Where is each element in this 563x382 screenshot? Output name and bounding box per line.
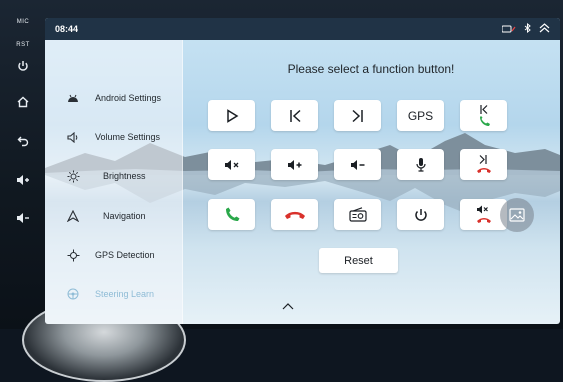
mute-button[interactable] [208,149,255,180]
mic-label: MIC [16,19,30,25]
page-title: Please select a function button! [287,62,455,76]
sidebar-item-gps-detection[interactable]: GPS Detection [45,242,182,268]
previous-call-button[interactable] [460,100,507,131]
power-icon [18,61,28,71]
status-bar: 08:44 [45,18,560,40]
steering-wheel-icon [65,288,81,300]
volume-up-icon [287,159,301,170]
power-button[interactable] [397,199,444,230]
volume-down-button[interactable] [334,149,381,180]
sidebar-item-steering-learn[interactable]: Steering Learn [45,281,182,307]
gps-button[interactable]: GPS [397,100,444,131]
hang-up-button[interactable] [271,199,318,230]
navigation-arrow-icon [65,210,81,222]
speaker-icon [65,131,81,143]
next-hangup-button[interactable] [460,149,507,180]
previous-call-icon [479,104,490,126]
sidebar-item-brightness[interactable]: Brightness [45,163,182,189]
volume-up-button[interactable] [271,149,318,180]
mute-hangup-icon [476,205,491,223]
radio-icon [348,207,367,222]
answer-call-button[interactable] [208,199,255,230]
previous-track-button[interactable] [271,100,318,131]
android-icon [65,93,81,103]
microphone-button[interactable] [397,149,444,180]
volume-down-icon [17,213,29,223]
hang-up-icon [284,211,305,219]
crosshair-icon [65,249,81,262]
play-icon [226,108,238,123]
back-icon [17,136,29,147]
head-unit-screen: 08:44 Android Settings Volume Settings B… [45,18,560,324]
radio-button[interactable] [334,199,381,230]
power-icon [414,208,427,221]
radio-signal-icon [501,20,516,38]
mute-icon [224,159,238,170]
clock: 08:44 [55,24,79,34]
home-hw-button[interactable] [8,96,38,108]
sidebar-item-android-settings[interactable]: Android Settings [45,85,182,111]
next-track-button[interactable] [334,100,381,131]
settings-sidebar: Android Settings Volume Settings Brightn… [45,40,183,324]
volume-up-hw-button[interactable] [8,174,38,186]
home-icon [17,96,29,108]
bluetooth-icon [524,20,531,38]
next-track-icon [351,109,363,122]
play-button[interactable] [208,100,255,131]
up-arrow-icon[interactable] [281,301,295,315]
sidebar-item-volume-settings[interactable]: Volume Settings [45,124,182,150]
reset-button[interactable]: Reset [319,248,398,273]
previous-track-icon [289,109,301,122]
power-hw-button[interactable] [8,60,38,72]
chevron-up-icon[interactable] [539,20,550,38]
volume-up-icon [17,175,29,185]
next-hangup-icon [476,154,491,173]
answer-call-icon [225,207,239,221]
back-hw-button[interactable] [8,135,38,147]
sun-icon [65,170,81,183]
rst-label[interactable]: RST [8,42,38,48]
floating-gallery-button[interactable] [500,198,534,232]
microphone-icon [415,158,426,172]
volume-down-icon [350,159,364,170]
image-icon [509,208,525,222]
sidebar-item-navigation[interactable]: Navigation [45,203,182,229]
volume-down-hw-button[interactable] [8,212,38,224]
